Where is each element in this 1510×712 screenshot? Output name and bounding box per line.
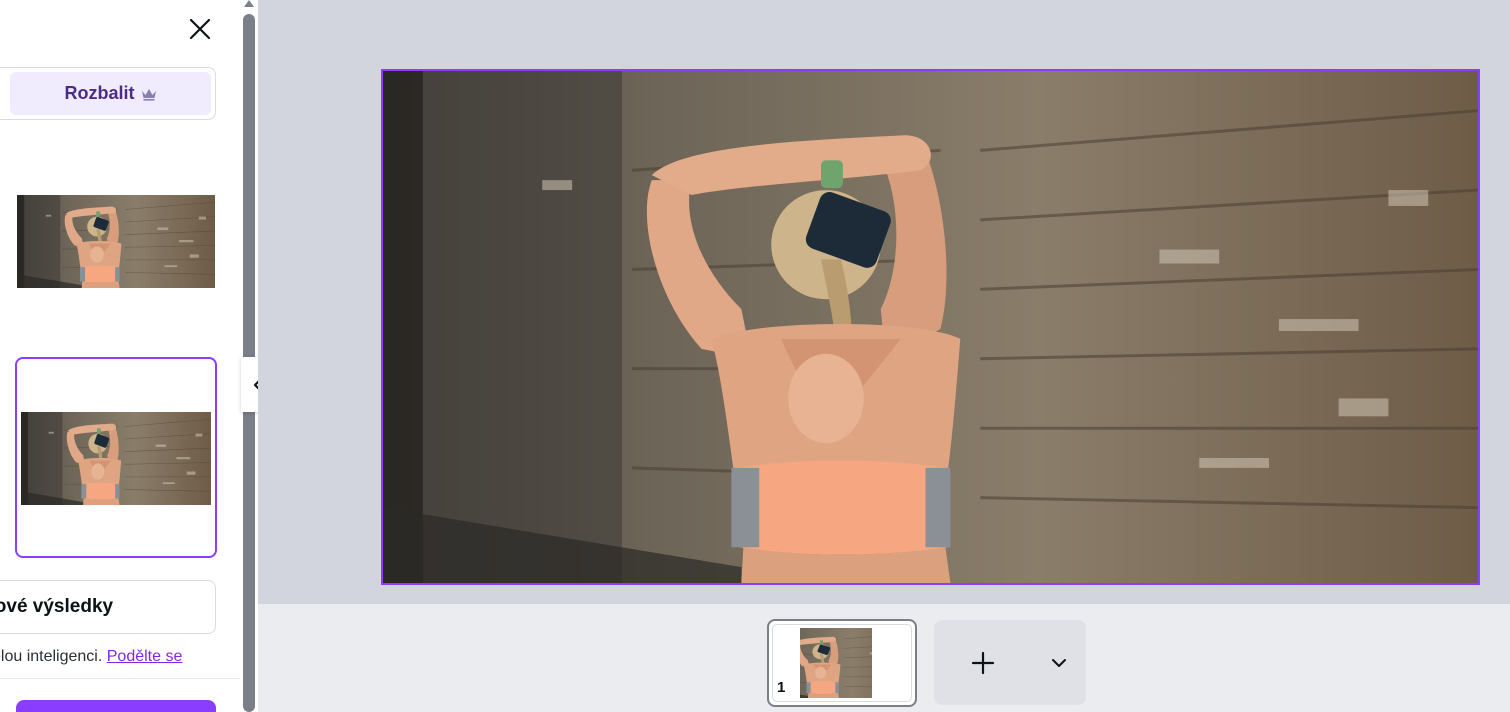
panel-divider [0,678,240,679]
generate-new-results-label: at nové výsledky [0,596,114,617]
add-page-group [934,620,1086,705]
add-page-options-button[interactable] [1044,648,1074,678]
canvas-photo [383,71,1478,583]
add-page-button[interactable] [962,646,1004,680]
plus-icon [971,651,995,675]
result-image-2 [21,412,211,505]
chevron-down-icon [1052,659,1066,667]
result-thumbnail-2-selected[interactable] [15,357,217,558]
result-image-1 [17,195,215,288]
close-icon [189,18,211,40]
expand-toggle-button[interactable]: Rozbalit [10,72,211,115]
ai-disclaimer-text: élou inteligenci. [0,648,107,665]
side-panel: Rozbalit at nové výsledky élou inteligen… [0,0,240,712]
page-thumbnail-image [800,628,872,698]
primary-action-button[interactable] [16,700,216,712]
view-toggle-group: Rozbalit [0,67,216,120]
close-button[interactable] [186,15,214,43]
feedback-link[interactable]: Podělte se [107,648,183,665]
page-number: 1 [777,679,786,696]
expand-toggle-label: Rozbalit [64,83,135,103]
design-canvas[interactable] [381,69,1480,585]
generate-new-results-button[interactable]: at nové výsledky [0,580,216,634]
result-thumbnail-1[interactable] [17,195,215,288]
crown-icon [141,88,156,101]
scroll-up-arrow-icon[interactable] [244,0,254,7]
ai-disclaimer: élou inteligenci. Podělte se [0,648,240,670]
page-thumbnail-1[interactable]: 1 [767,619,917,707]
